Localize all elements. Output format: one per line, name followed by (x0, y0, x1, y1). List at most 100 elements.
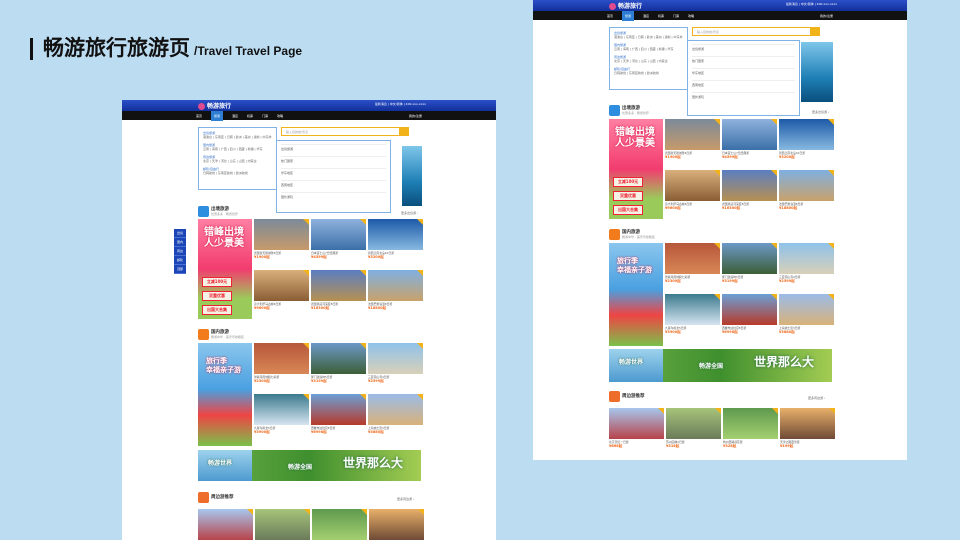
destination-photo[interactable] (665, 294, 720, 325)
destination-photo[interactable] (780, 408, 835, 439)
destination-card[interactable]: 西藏布达拉宫8日游 ¥6998起 (311, 394, 366, 442)
top-links[interactable]: 最新消息 | 中文/简体 | 400-xxx-xxxx (786, 2, 837, 6)
nav-guide[interactable]: 攻略 (688, 14, 694, 18)
destination-card[interactable]: 北京天坛一日游¥668起 (609, 408, 664, 456)
destination-photo[interactable] (198, 509, 253, 540)
float-nav-nearby[interactable]: 周边 (174, 247, 186, 256)
nav-travel[interactable]: 旅游 (622, 10, 635, 21)
domestic-promo-banner[interactable]: 旅行季 幸福亲子游 (198, 343, 252, 446)
site-logo[interactable]: 畅游旅行 (609, 1, 642, 10)
destination-photo[interactable] (779, 170, 834, 201)
nav-hotel[interactable]: 酒店 (643, 14, 649, 18)
category-row[interactable]: 邮轮/自由行 日韩航线 | 东南亚航线 | 欧洲航线 (203, 167, 272, 175)
destination-card[interactable]: 张掖丹霞地貌七彩游 ¥2300起 (254, 343, 309, 391)
nearby-more-link[interactable]: 更多周边游 › (808, 396, 825, 400)
destination-card[interactable]: 九寨沟黄龙5日游 ¥3900起 (254, 394, 309, 442)
nav-flight[interactable]: 机票 (658, 14, 664, 18)
destination-card[interactable]: 法国巴黎浪漫8日游 ¥18800起 (368, 270, 423, 318)
user-login[interactable]: 我的/注册 (820, 14, 833, 18)
destination-photo[interactable] (311, 394, 366, 425)
domestic-promo-banner[interactable]: 旅行季 幸福亲子游 (609, 243, 663, 346)
destination-card[interactable]: 法国巴黎浪漫8日游 ¥18800起 (779, 170, 834, 218)
float-nav-cruise[interactable]: 邮轮 (174, 256, 186, 265)
destination-photo[interactable] (665, 170, 720, 201)
hero-banner[interactable] (402, 146, 422, 206)
destination-card[interactable]: 德国新天鹅城堡6日游 ¥1900起 (665, 119, 720, 167)
destination-photo[interactable] (255, 509, 310, 540)
nearby-more-link[interactable]: 更多周边游 › (397, 497, 414, 501)
destination-photo[interactable] (254, 394, 309, 425)
destination-photo[interactable] (254, 219, 309, 250)
nav-home[interactable]: 首页 (196, 114, 202, 118)
destination-card[interactable]: 三亚南山寺4日游 ¥2599起 (368, 343, 423, 391)
outbound-promo-banner[interactable]: 错峰出境 人少景美 立减100元 双重优惠 出国大合集 (198, 219, 252, 319)
user-login[interactable]: 我的/注册 (409, 114, 422, 118)
destination-card[interactable]: 德国莱茵河深度8日游 ¥16300起 (722, 170, 777, 218)
destination-card[interactable]: 意大利罗马古城6日游 ¥9600起 (254, 270, 309, 318)
nav-hotel[interactable]: 酒店 (232, 114, 238, 118)
destination-photo[interactable] (368, 343, 423, 374)
destination-card[interactable]: 厦门鼓浪屿5日游 ¥3199起 (722, 243, 777, 291)
destination-photo[interactable] (254, 270, 309, 301)
nav-flight[interactable]: 机票 (247, 114, 253, 118)
category-row[interactable]: 周边旅游 北京 | 天津 | 河北 | 山东 | 山西 | 内蒙古 (203, 155, 272, 163)
destination-card[interactable]: 杭州西湖荷花游¥328起 (723, 408, 778, 456)
destination-card[interactable]: 厦门鼓浪屿5日游 ¥3199起 (311, 343, 366, 391)
destination-card[interactable]: 三亚南山寺4日游 ¥2599起 (779, 243, 834, 291)
destination-photo[interactable] (722, 170, 777, 201)
destination-card[interactable]: 日本富士山7日经典游 ¥4599起 (311, 219, 366, 267)
destination-card[interactable]: 西藏布达拉宫8日游 ¥6998起 (722, 294, 777, 342)
destination-photo[interactable] (722, 294, 777, 325)
destination-card[interactable]: 新西兰南北岛10日游 ¥3200起 (368, 219, 423, 267)
category-row[interactable]: 出境旅游 港澳台 | 东南亚 | 日韩 | 欧洲 | 美洲 | 澳新 | 中东非 (203, 131, 272, 139)
destination-photo[interactable] (254, 343, 309, 374)
nav-travel[interactable]: 旅游 (211, 110, 224, 121)
destination-card[interactable]: 杭州西湖荷花游¥328起 (312, 509, 367, 540)
scenic-banner[interactable]: 畅游世界 畅游全国 世界那么大 (198, 450, 421, 481)
destination-card[interactable]: 意大利罗马古城6日游 ¥9600起 (665, 170, 720, 218)
category-row[interactable]: 出境旅游 港澳台 | 东南亚 | 日韩 | 欧洲 | 美洲 | 澳新 | 中东非 (614, 31, 683, 39)
nav-ticket[interactable]: 门票 (673, 14, 679, 18)
outbound-promo-banner[interactable]: 错峰出境 人少景美 立减100元 双重优惠 出国大合集 (609, 119, 663, 219)
search-button[interactable] (810, 27, 820, 36)
float-nav-top[interactable]: 顶部 (174, 265, 186, 274)
search-button[interactable] (399, 127, 409, 136)
category-row[interactable]: 国内旅游 云南 | 海南 | 广西 | 四川 | 西藏 | 新疆 | 华东 (203, 143, 272, 151)
destination-photo[interactable] (666, 408, 721, 439)
destination-photo[interactable] (312, 509, 367, 540)
scenic-banner[interactable]: 畅游世界 畅游全国 世界那么大 (609, 349, 832, 382)
destination-card[interactable]: 上海迪士尼3日游 ¥3880起 (779, 294, 834, 342)
destination-card[interactable]: 苏州园林2日游¥318起 (666, 408, 721, 456)
destination-photo[interactable] (609, 408, 664, 439)
destination-photo[interactable] (779, 243, 834, 274)
float-nav-domestic[interactable]: 国内 (174, 238, 186, 247)
destination-photo[interactable] (722, 243, 777, 274)
nav-home[interactable]: 首页 (607, 14, 613, 18)
destination-photo[interactable] (368, 270, 423, 301)
destination-card[interactable]: 德国新天鹅城堡6日游 ¥1900起 (254, 219, 309, 267)
category-row[interactable]: 国内旅游 云南 | 海南 | 广西 | 四川 | 西藏 | 新疆 | 华东 (614, 43, 683, 51)
destination-photo[interactable] (665, 119, 720, 150)
nav-ticket[interactable]: 门票 (262, 114, 268, 118)
hero-banner[interactable] (801, 42, 833, 102)
destination-card[interactable]: 天津之眼夜景游¥199起 (369, 509, 424, 540)
destination-photo[interactable] (311, 343, 366, 374)
destination-card[interactable]: 新西兰南北岛10日游 ¥3200起 (779, 119, 834, 167)
destination-photo[interactable] (723, 408, 778, 439)
destination-photo[interactable] (722, 119, 777, 150)
destination-card[interactable]: 德国莱茵河深度8日游 ¥16300起 (311, 270, 366, 318)
destination-photo[interactable] (665, 243, 720, 274)
destination-card[interactable]: 上海迪士尼3日游 ¥3880起 (368, 394, 423, 442)
category-row[interactable]: 邮轮/自由行 日韩航线 | 东南亚航线 | 欧洲航线 (614, 67, 683, 75)
destination-card[interactable]: 九寨沟黄龙5日游 ¥3900起 (665, 294, 720, 342)
site-logo[interactable]: 畅游旅行 (198, 101, 231, 110)
destination-photo[interactable] (368, 219, 423, 250)
destination-card[interactable]: 日本富士山7日经典游 ¥4599起 (722, 119, 777, 167)
destination-card[interactable]: 天津之眼夜景游¥199起 (780, 408, 835, 456)
destination-photo[interactable] (369, 509, 424, 540)
nav-guide[interactable]: 攻略 (277, 114, 283, 118)
outbound-more-link[interactable]: 更多出境游 › (812, 110, 829, 114)
destination-photo[interactable] (779, 119, 834, 150)
destination-card[interactable]: 苏州园林2日游¥318起 (255, 509, 310, 540)
top-links[interactable]: 最新消息 | 中文/简体 | 400-xxx-xxxx (375, 102, 426, 106)
